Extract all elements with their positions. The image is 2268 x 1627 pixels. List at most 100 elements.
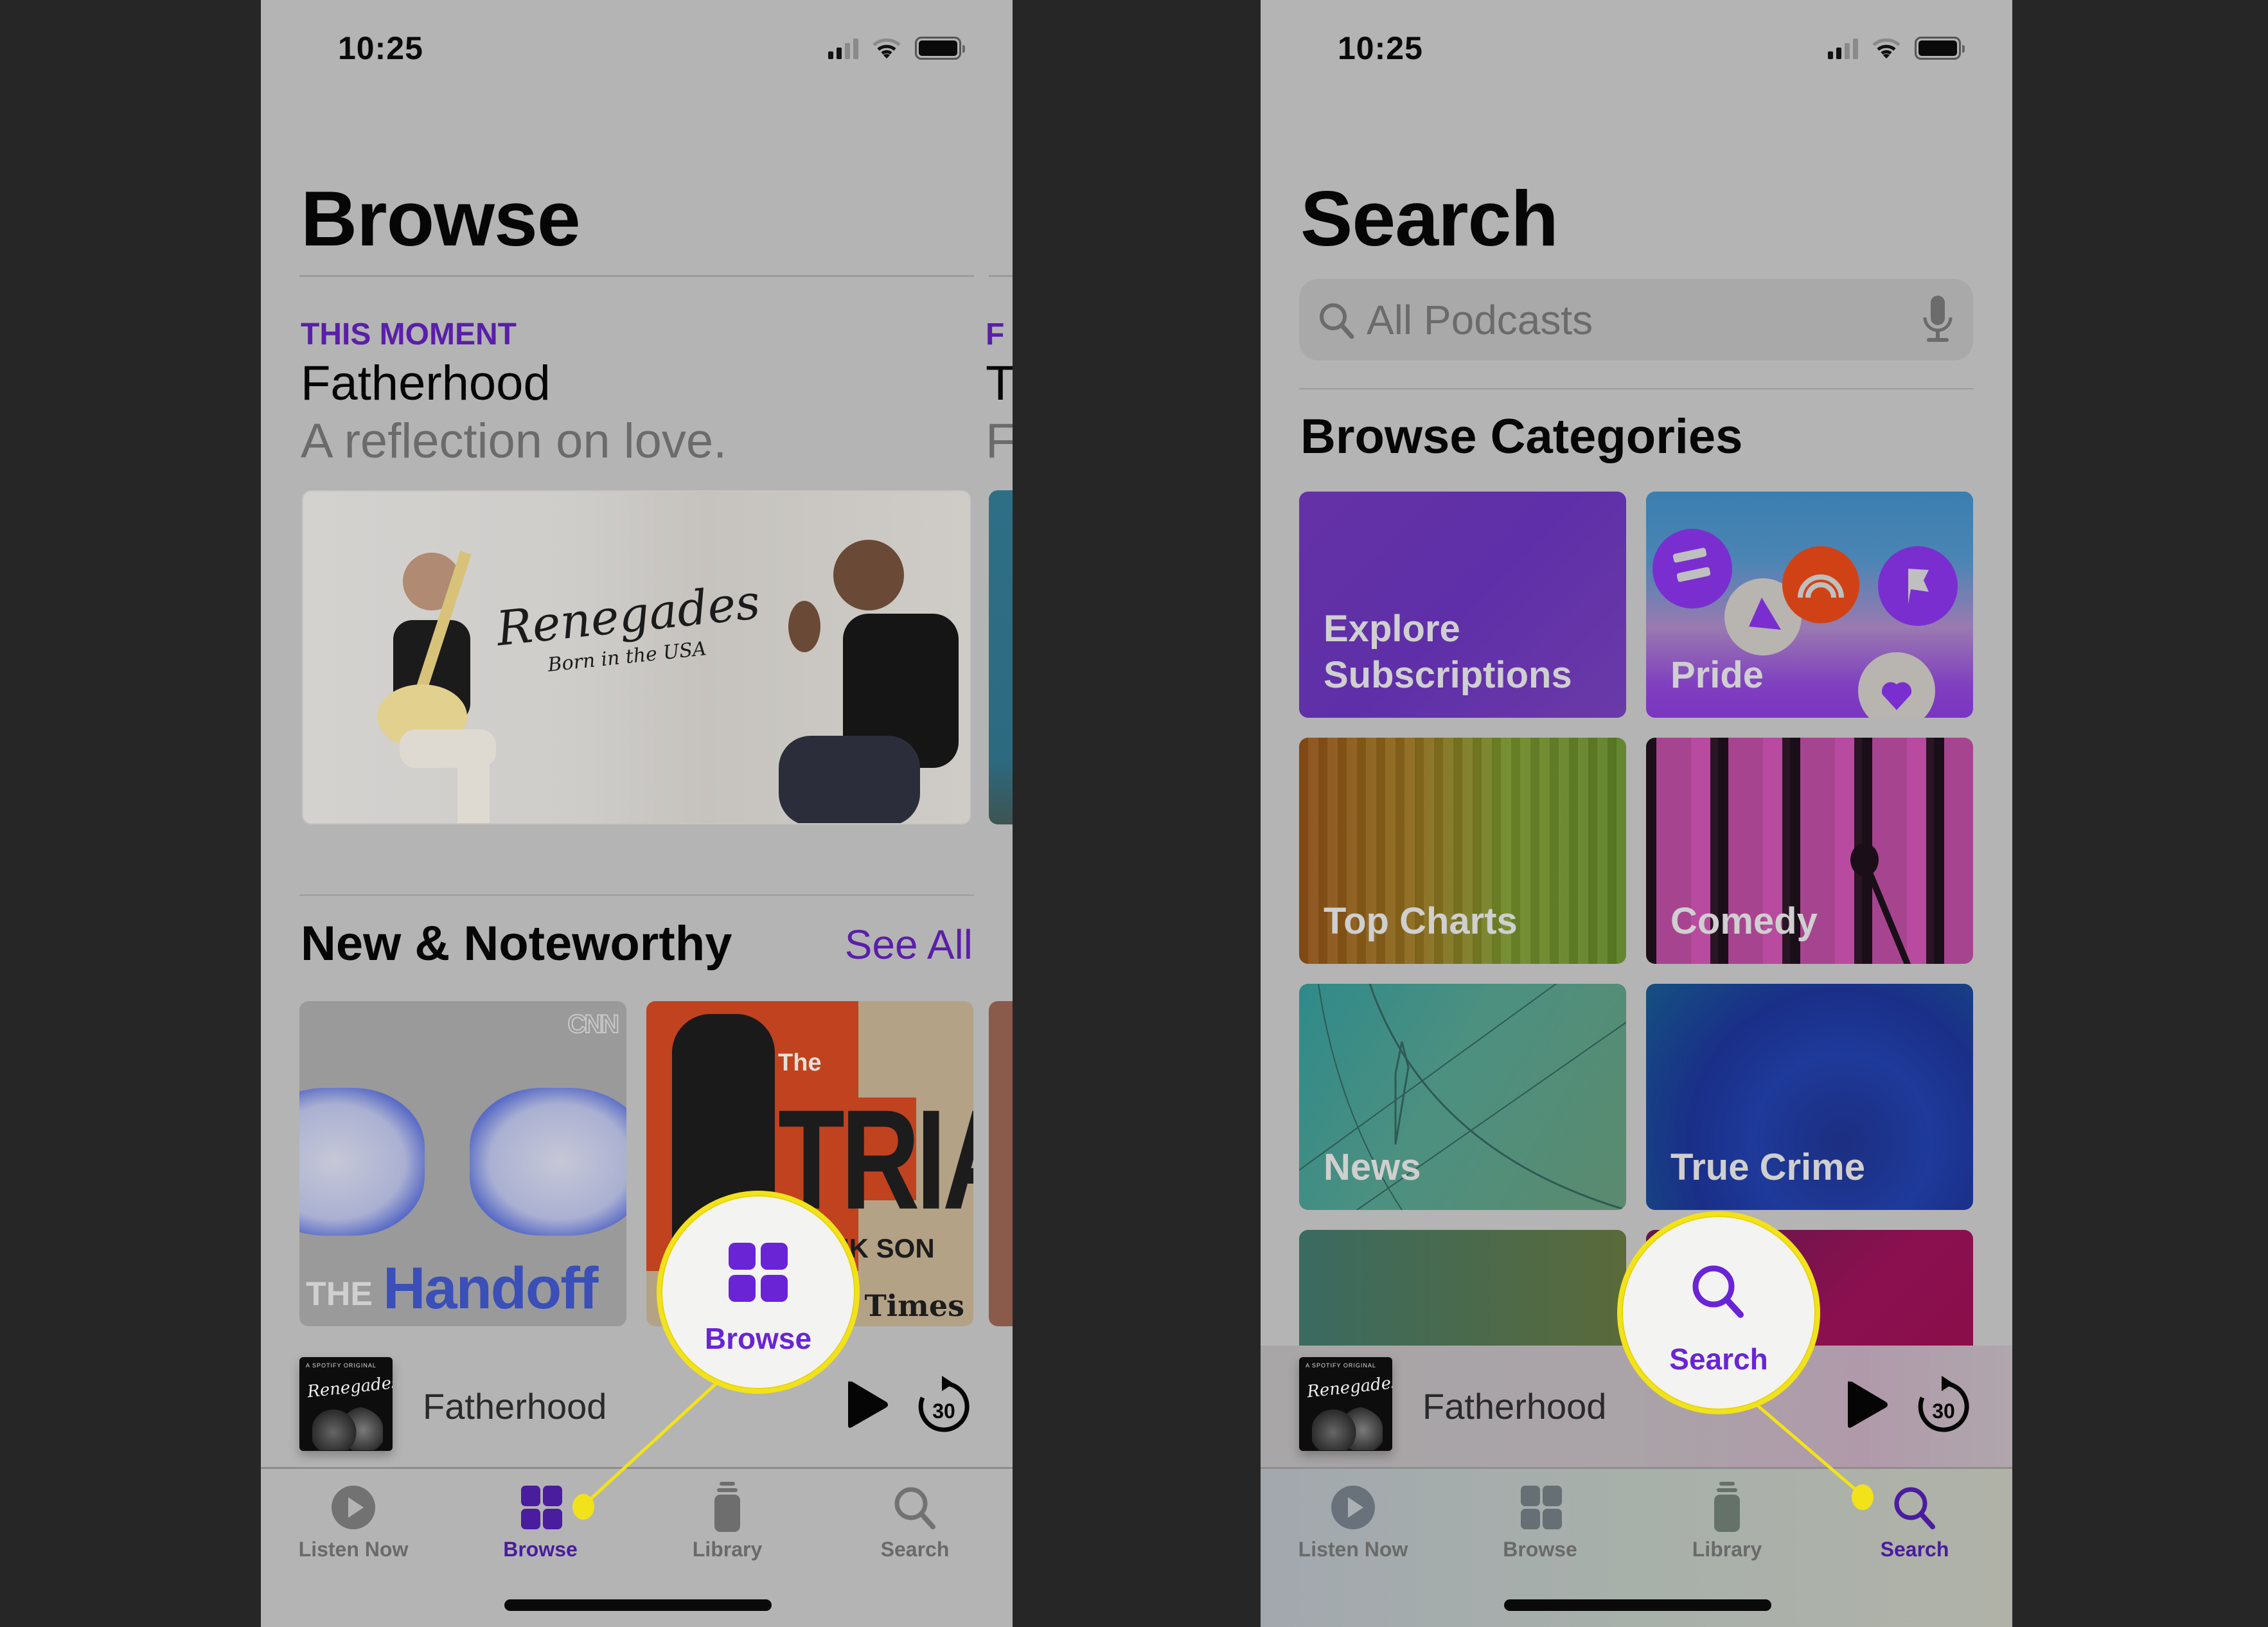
wifi-icon <box>873 38 901 58</box>
tab-label: Search <box>880 1538 950 1561</box>
library-stack-icon <box>1714 1482 1740 1532</box>
category-tile-comedy[interactable]: Comedy <box>1646 738 1973 964</box>
home-indicator[interactable] <box>1504 1599 1771 1611</box>
skip-seconds: 30 <box>1932 1400 1955 1423</box>
category-tile-explore-subscriptions[interactable]: Explore Subscriptions <box>1299 492 1626 718</box>
tab-label: Library <box>1692 1538 1762 1561</box>
play-icon[interactable] <box>846 1379 890 1430</box>
person-illustration <box>779 540 959 823</box>
artwork-title: Renegades <box>306 1373 393 1402</box>
divider <box>1261 1467 2012 1469</box>
card-title-prefix: THE <box>306 1276 373 1313</box>
category-label: True Crime <box>1670 1146 1865 1188</box>
card-title-prefix: The <box>778 1049 822 1076</box>
artwork-portraits <box>1312 1405 1383 1450</box>
category-label: Comedy <box>1670 900 1818 942</box>
divider <box>989 275 1013 277</box>
tab-label: Listen Now <box>1298 1538 1408 1561</box>
divider <box>261 1467 1013 1469</box>
featured-title[interactable]: Fatherhood <box>301 355 551 411</box>
next-featured-title: T <box>986 356 1013 411</box>
category-label: Explore Subscriptions <box>1324 608 1572 696</box>
skip-forward-30-icon[interactable]: 30 <box>915 1374 973 1436</box>
search-icon <box>1320 303 1354 339</box>
grid-icon <box>1521 1486 1562 1529</box>
magnifier-icon <box>894 1487 935 1529</box>
category-tile-pride[interactable]: Pride <box>1646 492 1973 718</box>
callout-label: Search <box>1669 1342 1768 1376</box>
search-field[interactable] <box>1299 279 1973 360</box>
artwork-title: Renegades <box>493 574 763 657</box>
browse-callout: Browse <box>657 1191 860 1394</box>
phone-search-screen: 10:25 Search Browse Categories Explore S… <box>1261 0 2012 1627</box>
next-featured-artwork[interactable] <box>989 490 1013 824</box>
page-title: Browse <box>301 175 581 262</box>
grid-icon <box>521 1486 562 1529</box>
mini-player-artwork: A SPOTIFY ORIGINAL Renegades <box>299 1357 393 1451</box>
person-illustration <box>377 551 496 823</box>
tab-listen-now[interactable]: Listen Now <box>273 1478 434 1568</box>
artwork-label: A SPOTIFY ORIGINAL <box>1306 1362 1376 1369</box>
divider <box>299 275 974 277</box>
see-all-link[interactable]: See All <box>845 921 973 968</box>
search-callout: Search <box>1617 1211 1820 1414</box>
microphone-icon[interactable] <box>1922 294 1954 346</box>
category-label: Pride <box>1670 654 1764 696</box>
section-title: Browse Categories <box>1300 409 1743 464</box>
tab-browse[interactable]: Browse <box>1460 1478 1620 1568</box>
cellular-signal-icon <box>1828 37 1858 59</box>
category-tile-news[interactable]: News <box>1299 984 1626 1210</box>
tab-browse[interactable]: Browse <box>460 1478 621 1568</box>
card-title: Handoff <box>383 1256 598 1321</box>
artwork-portraits <box>312 1405 383 1450</box>
category-tile-true-crime[interactable]: True Crime <box>1646 984 1973 1210</box>
microphone-illustration <box>1850 843 1911 964</box>
callout-target-dot <box>1852 1484 1874 1510</box>
mini-player[interactable]: A SPOTIFY ORIGINAL Renegades Fatherhood … <box>261 1346 1013 1467</box>
tab-label: Browse <box>503 1538 578 1561</box>
battery-icon <box>915 37 965 60</box>
magnifier-icon <box>1894 1487 1935 1529</box>
artwork-title: Renegades <box>1306 1373 1392 1402</box>
next-featured-subtitle: F <box>986 414 1013 468</box>
wifi-icon <box>1872 38 1900 58</box>
play-circle-icon <box>332 1486 375 1529</box>
home-indicator[interactable] <box>504 1599 772 1611</box>
tab-label: Listen Now <box>298 1538 409 1561</box>
tab-library[interactable]: Library <box>1647 1478 1807 1568</box>
divider <box>1299 388 1974 389</box>
page-title: Search <box>1300 175 1559 262</box>
section-title: New & Noteworthy <box>301 916 732 971</box>
mini-player-artwork: A SPOTIFY ORIGINAL Renegades <box>1299 1357 1392 1451</box>
face-illustration <box>299 1088 425 1236</box>
category-label: News <box>1324 1146 1421 1188</box>
featured-eyebrow: THIS MOMENT <box>301 317 517 351</box>
tab-search[interactable]: Search <box>835 1478 995 1568</box>
status-time: 10:25 <box>338 30 423 66</box>
callout-target-dot <box>572 1494 594 1520</box>
artwork-label: A SPOTIFY ORIGINAL <box>306 1362 377 1369</box>
callout-label: Browse <box>704 1322 812 1355</box>
tab-library[interactable]: Library <box>647 1478 808 1568</box>
skip-seconds: 30 <box>932 1400 955 1423</box>
category-tile-top-charts[interactable]: Top Charts <box>1299 738 1626 964</box>
tab-label: Library <box>692 1538 763 1561</box>
podcast-card[interactable] <box>989 1001 1013 1326</box>
tab-label: Browse <box>1503 1538 1577 1561</box>
featured-subtitle: A reflection on love. <box>301 414 727 468</box>
search-input[interactable] <box>1367 294 1881 346</box>
play-circle-icon <box>1331 1486 1375 1529</box>
featured-artwork[interactable]: Renegades Born in the USA <box>302 490 971 824</box>
brand-logo: CNN <box>567 1009 620 1039</box>
magnifier-icon <box>1692 1265 1744 1318</box>
play-icon[interactable] <box>1845 1379 1890 1430</box>
status-time: 10:25 <box>1338 30 1423 66</box>
battery-icon <box>1915 37 1965 60</box>
cellular-signal-icon <box>828 37 858 59</box>
mini-player-title: Fatherhood <box>1422 1386 1607 1427</box>
podcast-card[interactable]: CNN THE Handoff <box>299 1001 626 1326</box>
tab-listen-now[interactable]: Listen Now <box>1273 1478 1433 1568</box>
tab-label: Search <box>1880 1538 1949 1561</box>
skip-forward-30-icon[interactable]: 30 <box>1915 1374 1972 1436</box>
phone-browse-screen: 10:25 Browse THIS MOMENT Fatherhood A re… <box>261 0 1013 1627</box>
